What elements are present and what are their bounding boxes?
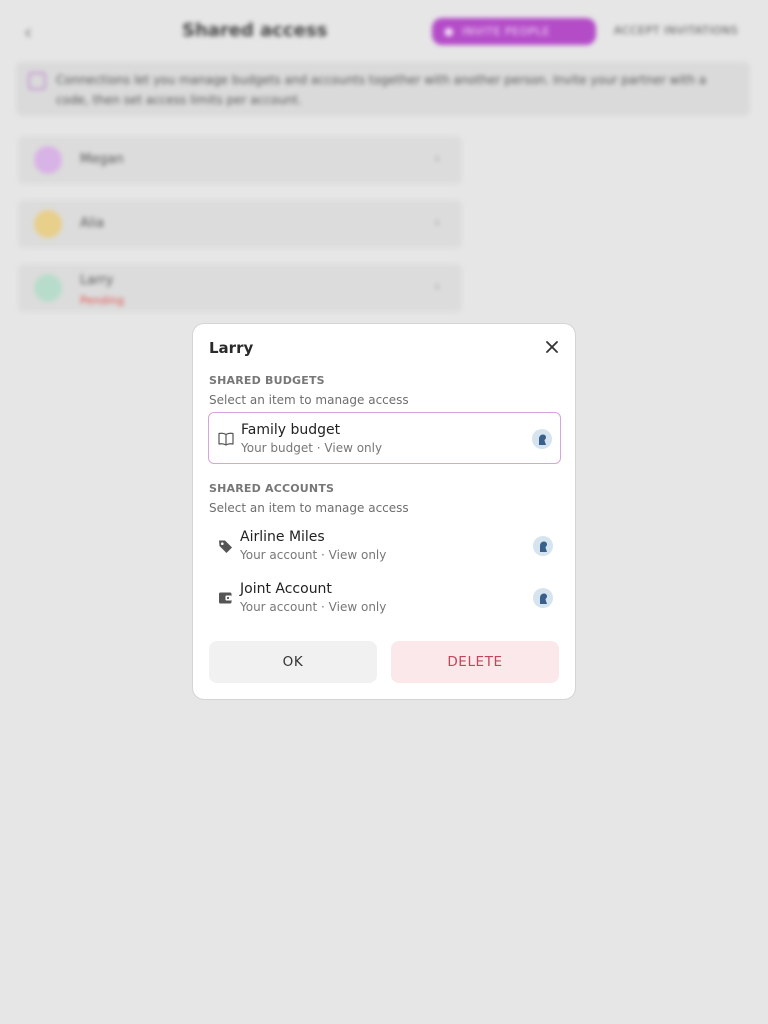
- close-icon: [546, 341, 558, 353]
- shared-item-joint-account[interactable]: Joint Account Your account · View only: [208, 572, 561, 624]
- person-name: Larry: [80, 273, 114, 288]
- invite-people-label: INVITE PEOPLE: [462, 25, 550, 38]
- info-icon: [28, 72, 46, 90]
- person-icon: [540, 541, 547, 552]
- person-name: Megan: [80, 152, 124, 167]
- shared-accounts-hint: Select an item to manage access: [209, 501, 409, 515]
- dialog-title: Larry: [209, 339, 254, 357]
- avatar: [532, 429, 552, 449]
- shared-budgets-heading: SHARED BUDGETS: [209, 374, 325, 387]
- person-icon: [540, 593, 547, 604]
- book-icon: [217, 430, 235, 448]
- item-subtitle: Your budget · View only: [241, 441, 383, 455]
- item-name: Joint Account: [240, 581, 332, 597]
- avatar: [34, 210, 62, 238]
- shared-item-airline-miles[interactable]: Airline Miles Your account · View only: [208, 520, 561, 572]
- shared-accounts-heading: SHARED ACCOUNTS: [209, 482, 335, 495]
- search-icon: ●: [444, 25, 455, 38]
- invite-people-button: ● INVITE PEOPLE: [432, 18, 596, 45]
- manage-access-dialog: Larry SHARED BUDGETS Select an item to m…: [192, 323, 576, 700]
- avatar: [34, 274, 62, 302]
- chevron-right-icon: ›: [434, 279, 440, 295]
- wallet-icon: [216, 589, 234, 607]
- close-button[interactable]: [541, 336, 563, 358]
- shared-budgets-hint: Select an item to manage access: [209, 393, 409, 407]
- info-text: Connections let you manage budgets and a…: [56, 73, 707, 107]
- page-title: Shared access: [182, 20, 328, 41]
- item-subtitle: Your account · View only: [240, 548, 387, 562]
- ok-button[interactable]: OK: [209, 641, 377, 683]
- accept-invitations-button: ACCEPT INVITATIONS: [614, 24, 739, 37]
- avatar: [533, 588, 553, 608]
- item-subtitle: Your account · View only: [240, 600, 387, 614]
- chevron-right-icon: ›: [434, 151, 440, 167]
- avatar: [34, 146, 62, 174]
- item-name: Airline Miles: [240, 529, 325, 545]
- person-card-larry: Larry Pending ›: [18, 264, 462, 312]
- person-icon: [539, 434, 546, 445]
- person-name: Alia: [80, 216, 105, 231]
- chevron-right-icon: ›: [434, 215, 440, 231]
- info-banner: Connections let you manage budgets and a…: [16, 62, 750, 116]
- person-status: Pending: [80, 294, 124, 307]
- delete-button[interactable]: DELETE: [391, 641, 559, 683]
- person-card-alia: Alia ›: [18, 200, 462, 248]
- shared-item-family-budget[interactable]: Family budget Your budget · View only: [208, 412, 561, 464]
- tag-icon: [216, 537, 234, 555]
- avatar: [533, 536, 553, 556]
- item-name: Family budget: [241, 422, 341, 438]
- person-card-megan: Megan ›: [18, 136, 462, 184]
- back-icon: ‹: [24, 20, 32, 44]
